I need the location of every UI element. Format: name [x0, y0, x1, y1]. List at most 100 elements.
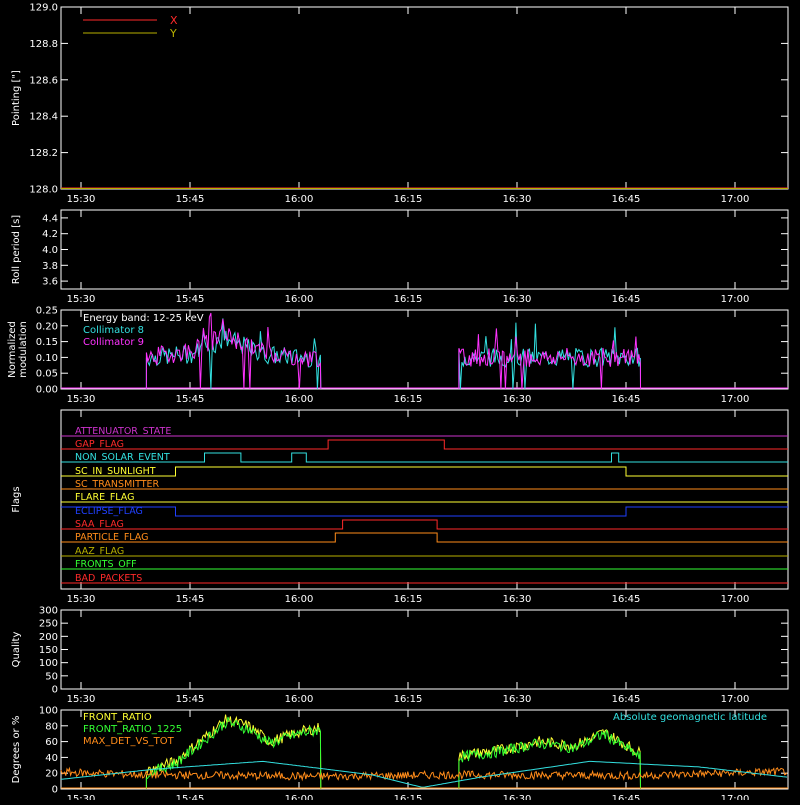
- x-tick-label: 15:45: [176, 694, 205, 705]
- x-tick-label: 16:45: [612, 794, 641, 800]
- y-tick-label: 150: [39, 645, 58, 656]
- y-tick-label: 300: [39, 606, 58, 617]
- x-tick-label: 16:45: [612, 394, 641, 405]
- flag-line-sc-in-sunlight: [61, 466, 788, 477]
- flag-label: SC_TRANSMITTER: [75, 479, 160, 490]
- flag-label: GAP_FLAG: [75, 439, 124, 450]
- flag-line-non-solar-event: [61, 452, 788, 463]
- x-tick-label: 17:00: [721, 294, 750, 305]
- flag-label: ECLIPSE_FLAG: [75, 506, 143, 517]
- x-tick-label: 16:30: [503, 194, 532, 205]
- y-tick-label: 40: [45, 753, 58, 764]
- x-tick-label: 15:30: [67, 394, 96, 405]
- y-tick-label: 20: [45, 769, 58, 780]
- flag-label: BAD_PACKETS: [75, 573, 142, 584]
- flag-label: PARTICLE_FLAG: [75, 532, 148, 543]
- y-axis-label: Degrees or %: [11, 716, 22, 784]
- panel-frame: [60, 209, 789, 290]
- legend-label: Y: [169, 27, 177, 40]
- x-tick-label: 16:45: [612, 194, 641, 205]
- y-tick-label: 60: [45, 737, 58, 748]
- x-tick-label: 15:30: [67, 194, 96, 205]
- x-tick-label: 15:45: [176, 194, 205, 205]
- energy-band-annotation: Energy band: 12-25 keV: [83, 313, 204, 324]
- legend-label: X: [170, 14, 178, 27]
- x-tick-label: 17:00: [721, 194, 750, 205]
- flag-label: SC_IN_SUNLIGHT: [75, 466, 156, 477]
- x-tick-label: 16:15: [394, 294, 423, 305]
- y-tick-label: 250: [39, 619, 58, 630]
- y-tick-label: 3.6: [42, 277, 58, 288]
- x-tick-label: 16:30: [503, 294, 532, 305]
- x-tick-label: 16:15: [394, 794, 423, 800]
- flag-label: NON_SOLAR_EVENT: [75, 452, 170, 463]
- x-tick-label: 17:00: [721, 794, 750, 800]
- legend-label: MAX_DET_VS_TOT: [83, 736, 175, 747]
- y-tick-label: 4.0: [42, 245, 58, 256]
- y-tick-label: 128.6: [29, 75, 58, 86]
- flag-label: AAZ_FLAG: [75, 546, 124, 557]
- x-tick-label: 15:30: [67, 794, 96, 800]
- x-tick-label: 15:45: [176, 394, 205, 405]
- panel-frame: [60, 609, 789, 690]
- x-tick-label: 15:45: [176, 794, 205, 800]
- x-tick-label: 16:00: [285, 794, 314, 800]
- y-axis-label: Normalizedmodulation: [7, 321, 29, 378]
- x-tick-label: 16:30: [503, 394, 532, 405]
- y-tick-label: 0.15: [36, 337, 58, 348]
- y-tick-label: 0.10: [36, 353, 58, 364]
- x-tick-label: 16:00: [285, 694, 314, 705]
- x-tick-label: 16:00: [285, 294, 314, 305]
- y-axis-label: Pointing ["]: [11, 70, 22, 126]
- y-tick-label: 50: [45, 671, 58, 682]
- x-tick-label: 16:00: [285, 394, 314, 405]
- y-tick-label: 0.25: [36, 306, 58, 317]
- x-tick-label: 16:00: [285, 194, 314, 205]
- flag-line-gap-flag: [61, 439, 788, 450]
- flag-line-particle-flag: [61, 532, 788, 543]
- chart-stage: 15:30 15:45 16:00 16:15 16:30 16:45 17:00 15:30…: [0, 0, 800, 805]
- y-tick-label: 80: [45, 721, 58, 732]
- y-tick-label: 3.8: [42, 261, 58, 272]
- y-axis-label-line: modulation: [18, 321, 29, 378]
- x-tick-label: 15:30: [67, 294, 96, 305]
- legend-label: Collimator 8: [83, 325, 144, 336]
- flag-line-saa-flag: [61, 519, 788, 530]
- legend-label: Collimator 9: [83, 337, 144, 348]
- y-tick-label: 128.4: [29, 112, 58, 123]
- y-tick-label: 0.05: [36, 369, 58, 380]
- x-tick-label: 17:00: [721, 694, 750, 705]
- modulation-series-9: [145, 312, 641, 390]
- y-tick-label: 100: [39, 706, 58, 717]
- y-tick-label: 128.2: [29, 148, 58, 159]
- x-tick-label: 17:00: [721, 394, 750, 405]
- x-tick-label: 16:30: [503, 594, 532, 605]
- x-tick-label: 16:15: [394, 194, 423, 205]
- ratio-series-max-det-vs-tot: [60, 766, 788, 782]
- y-axis-label: Roll period [s]: [11, 215, 22, 284]
- y-axis-label: Flags: [11, 486, 22, 512]
- x-tick-label: 16:30: [503, 694, 532, 705]
- x-tick-label: 16:30: [503, 794, 532, 800]
- y-tick-label: 4.2: [42, 229, 58, 240]
- flag-label: FRONTS_OFF: [75, 559, 137, 570]
- flag-line-eclipse-flag: [61, 506, 788, 517]
- x-tick-label: 16:15: [394, 394, 423, 405]
- legend-label: FRONT_RATIO_1225: [83, 724, 182, 735]
- flag-label: FLARE_FLAG: [75, 492, 135, 503]
- y-tick-label: 0: [52, 785, 58, 796]
- y-axis-label-line: Normalized: [7, 321, 18, 378]
- x-tick-label: 15:30: [67, 594, 96, 605]
- y-tick-label: 0.00: [36, 385, 58, 396]
- x-tick-label: 16:45: [612, 694, 641, 705]
- y-tick-label: 129.0: [29, 3, 58, 14]
- flag-label: SAA_FLAG: [75, 519, 124, 530]
- x-tick-label: 15:45: [176, 594, 205, 605]
- y-tick-label: 0.20: [36, 321, 58, 332]
- x-tick-label: 16:00: [285, 594, 314, 605]
- legend-label: FRONT_RATIO: [83, 712, 152, 723]
- flag-label: ATTENUATOR_STATE: [75, 426, 171, 437]
- x-tick-label: 16:45: [612, 294, 641, 305]
- y-tick-label: 128.0: [29, 185, 58, 196]
- y-tick-label: 200: [39, 632, 58, 643]
